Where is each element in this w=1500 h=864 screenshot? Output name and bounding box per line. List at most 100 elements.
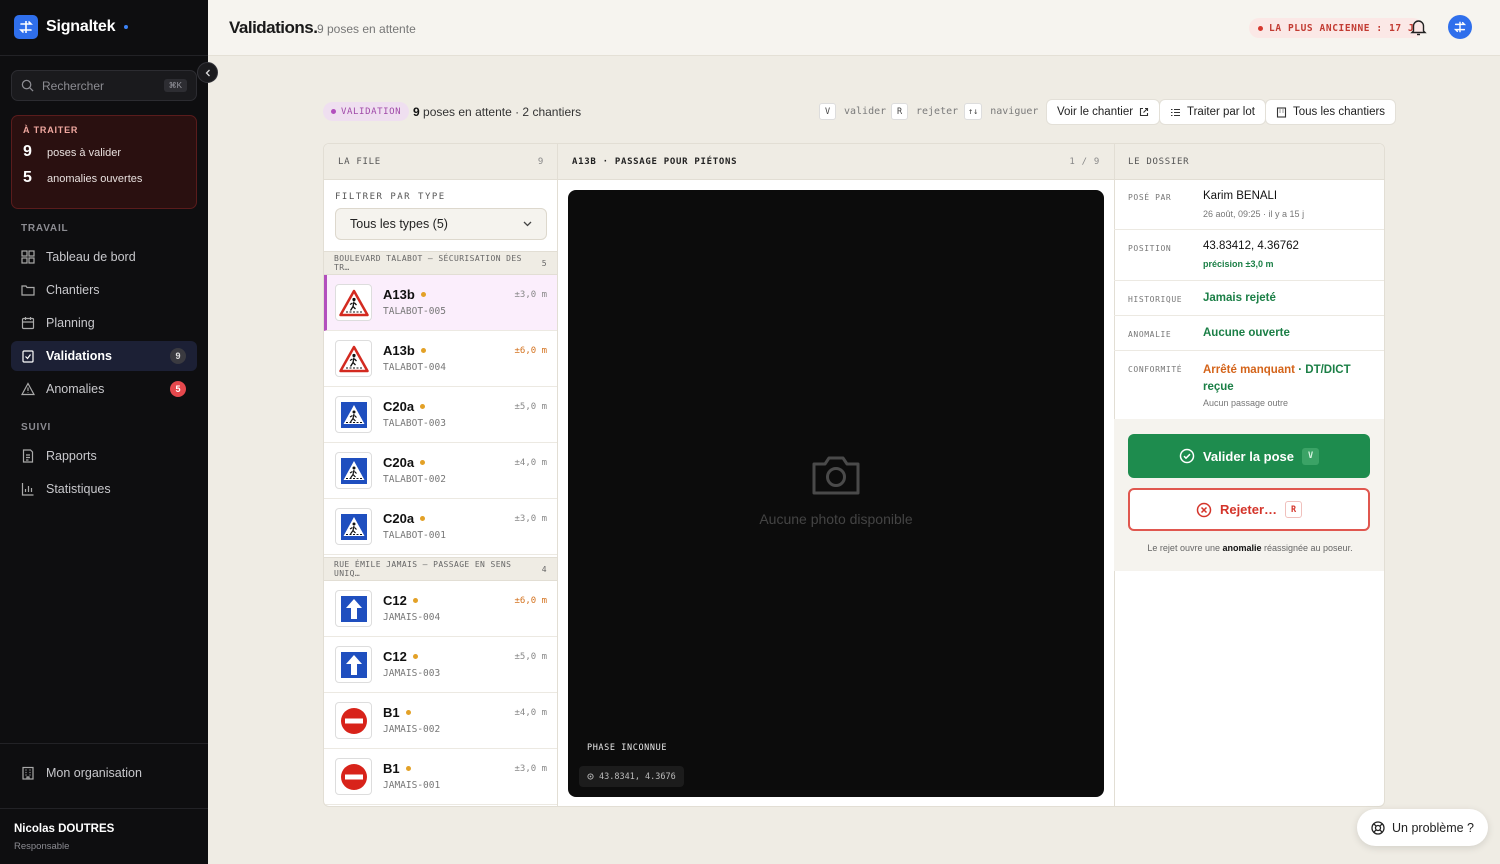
shortcut-label: rejeter bbox=[916, 106, 959, 117]
todo-count: 5 bbox=[23, 169, 32, 186]
sidebar-item-chantiers[interactable]: Chantiers bbox=[11, 275, 197, 305]
history-value: Jamais rejeté bbox=[1203, 292, 1276, 304]
no-entry-icon bbox=[335, 702, 372, 739]
report-icon bbox=[22, 449, 34, 463]
collapse-sidebar-button[interactable] bbox=[197, 62, 218, 83]
divider bbox=[557, 144, 558, 806]
chevron-left-icon bbox=[205, 69, 210, 76]
view-site-button[interactable]: Voir le chantier bbox=[1046, 99, 1161, 125]
queue-item[interactable]: C12 JAMAIS-003 ±5,0 m bbox=[324, 637, 557, 693]
dossier-label: CONFORMITÉ bbox=[1128, 365, 1183, 374]
dossier-row-anomaly: ANOMALIE Aucune ouverte bbox=[1114, 316, 1384, 351]
posed-at: 26 août, 09:25 · il y a 15 j bbox=[1203, 209, 1305, 219]
queue-item[interactable]: C20a TALABOT-002 ±4,0 m bbox=[324, 443, 557, 499]
sign-code: C20a bbox=[383, 511, 426, 526]
sign-precision: ±5,0 m bbox=[514, 652, 547, 662]
photo-empty-state: Aucune photo disponible bbox=[568, 452, 1104, 527]
pedestrian-crossing-icon bbox=[335, 396, 372, 433]
batch-process-button[interactable]: Traiter par lot bbox=[1159, 99, 1266, 125]
sign-code-text: C12 bbox=[383, 649, 407, 664]
validations-count-badge: 9 bbox=[170, 348, 186, 364]
help-button[interactable]: Un problème ? bbox=[1357, 809, 1488, 846]
status-dot bbox=[420, 292, 426, 297]
sign-code-text: C20a bbox=[383, 399, 415, 414]
photo-viewer[interactable]: Aucune photo disponible PHASE INCONNUE 4… bbox=[568, 190, 1104, 797]
queue-item[interactable]: A13b TALABOT-005 ±3,0 m bbox=[324, 275, 557, 331]
queue-item[interactable]: C12 JAMAIS-004 ±6,0 m bbox=[324, 581, 557, 637]
group-count: 5 bbox=[541, 258, 547, 268]
logo-icon bbox=[14, 15, 38, 39]
kbd-key: V bbox=[819, 103, 836, 120]
sidebar-item-statistiques[interactable]: Statistiques bbox=[11, 474, 197, 504]
reject-button[interactable]: Rejeter… R bbox=[1128, 488, 1370, 531]
shortcut-navigate: ↑↓ naviguer bbox=[964, 103, 1038, 120]
group-header: BOULEVARD TALABOT — SÉCURISATION DES TR…… bbox=[324, 251, 557, 275]
sidebar-item-organisation[interactable]: Mon organisation bbox=[11, 758, 197, 788]
queue-item[interactable]: B1 JAMAIS-001 ±3,0 m bbox=[324, 749, 557, 805]
sidebar-item-label: Planning bbox=[46, 316, 95, 330]
dossier-label: POSITION bbox=[1128, 244, 1172, 253]
sidebar-item-anomalies[interactable]: Anomalies 5 bbox=[11, 374, 197, 404]
photo-empty-text: Aucune photo disponible bbox=[759, 511, 913, 527]
queue-item[interactable]: C20a TALABOT-001 ±3,0 m bbox=[324, 499, 557, 555]
sign-code-text: B1 bbox=[383, 705, 400, 720]
sidebar-item-rapports[interactable]: Rapports bbox=[11, 441, 197, 471]
sign-code: B1 bbox=[383, 761, 411, 776]
kbd-key: R bbox=[891, 103, 908, 120]
one-way-icon bbox=[335, 646, 372, 683]
section-travail: TRAVAIL bbox=[21, 223, 69, 234]
user-name[interactable]: Nicolas DOUTRES bbox=[14, 823, 114, 835]
sign-ref: JAMAIS-002 bbox=[383, 724, 441, 735]
x-circle-icon bbox=[1196, 502, 1212, 517]
pedestrian-crossing-icon bbox=[335, 508, 372, 545]
shortcut-reject: R rejeter bbox=[891, 103, 958, 120]
all-sites-button[interactable]: Tous les chantiers bbox=[1265, 99, 1397, 125]
sign-code-text: C12 bbox=[383, 593, 407, 608]
dossier-title: LE DOSSIER bbox=[1128, 156, 1190, 167]
bell-icon[interactable] bbox=[1410, 18, 1427, 39]
sign-ref: TALABOT-003 bbox=[383, 418, 446, 429]
status-dot bbox=[412, 654, 418, 659]
search-input[interactable]: Rechercher ⌘K bbox=[11, 70, 197, 101]
sign-ref: JAMAIS-001 bbox=[383, 780, 441, 791]
brand[interactable]: Signaltek bbox=[14, 15, 129, 39]
filter-label: FILTRER PAR TYPE bbox=[335, 192, 446, 202]
validate-label: Valider la pose bbox=[1202, 448, 1295, 464]
todo-label: anomalies ouvertes bbox=[47, 173, 143, 185]
validate-button[interactable]: Valider la pose V bbox=[1128, 434, 1370, 478]
compliance-separator: · bbox=[1295, 364, 1306, 376]
coords-badge: 43.8341, 4.3676 bbox=[579, 766, 684, 787]
photo-title: A13B · PASSAGE POUR PIÉTONS bbox=[572, 156, 738, 167]
status-dot bbox=[420, 516, 426, 521]
queue-item[interactable]: B1 JAMAIS-002 ±4,0 m bbox=[324, 693, 557, 749]
sign-code: A13b bbox=[383, 287, 426, 302]
avatar[interactable] bbox=[1448, 15, 1472, 39]
sidebar-item-dashboard[interactable]: Tableau de bord bbox=[11, 242, 197, 272]
queue-item[interactable]: C20a TALABOT-003 ±5,0 m bbox=[324, 387, 557, 443]
camera-icon bbox=[812, 456, 860, 495]
validation-tag: VALIDATION bbox=[323, 102, 410, 121]
position-value: 43.83412, 4.36762 bbox=[1203, 240, 1299, 252]
sidebar-item-label: Mon organisation bbox=[46, 766, 142, 780]
sidebar-item-label: Statistiques bbox=[46, 482, 111, 496]
lifebuoy-icon bbox=[1371, 820, 1385, 835]
photo-header: A13B · PASSAGE POUR PIÉTONS 1 / 9 bbox=[558, 144, 1114, 180]
type-filter-select[interactable]: Tous les types (5) bbox=[335, 208, 547, 240]
sign-code-text: C20a bbox=[383, 511, 415, 526]
sidebar-item-validations[interactable]: Validations 9 bbox=[11, 341, 197, 371]
sign-ref: TALABOT-004 bbox=[383, 362, 446, 373]
dossier-header: LE DOSSIER bbox=[1114, 144, 1384, 180]
pedestrian-crossing-icon bbox=[335, 452, 372, 489]
todo-card[interactable]: À TRAITER 9 poses à valider 5 anomalies ou… bbox=[11, 115, 197, 209]
sidebar-item-label: Validations bbox=[46, 349, 112, 363]
status-dot bbox=[420, 348, 426, 353]
sidebar-item-planning[interactable]: Planning bbox=[11, 308, 197, 338]
sidebar-item-label: Tableau de bord bbox=[46, 250, 136, 264]
folder-icon bbox=[21, 285, 35, 296]
queue-item[interactable]: A13b TALABOT-004 ±6,0 m bbox=[324, 331, 557, 387]
todo-count: 9 bbox=[23, 143, 32, 160]
dossier-row-compliance: CONFORMITÉ Arrêté manquant · DT/DICT reç… bbox=[1114, 351, 1384, 419]
compliance-value: Arrêté manquant · DT/DICT reçue bbox=[1203, 362, 1363, 396]
todo-label: poses à valider bbox=[47, 147, 121, 159]
sign-code-text: B1 bbox=[383, 761, 400, 776]
